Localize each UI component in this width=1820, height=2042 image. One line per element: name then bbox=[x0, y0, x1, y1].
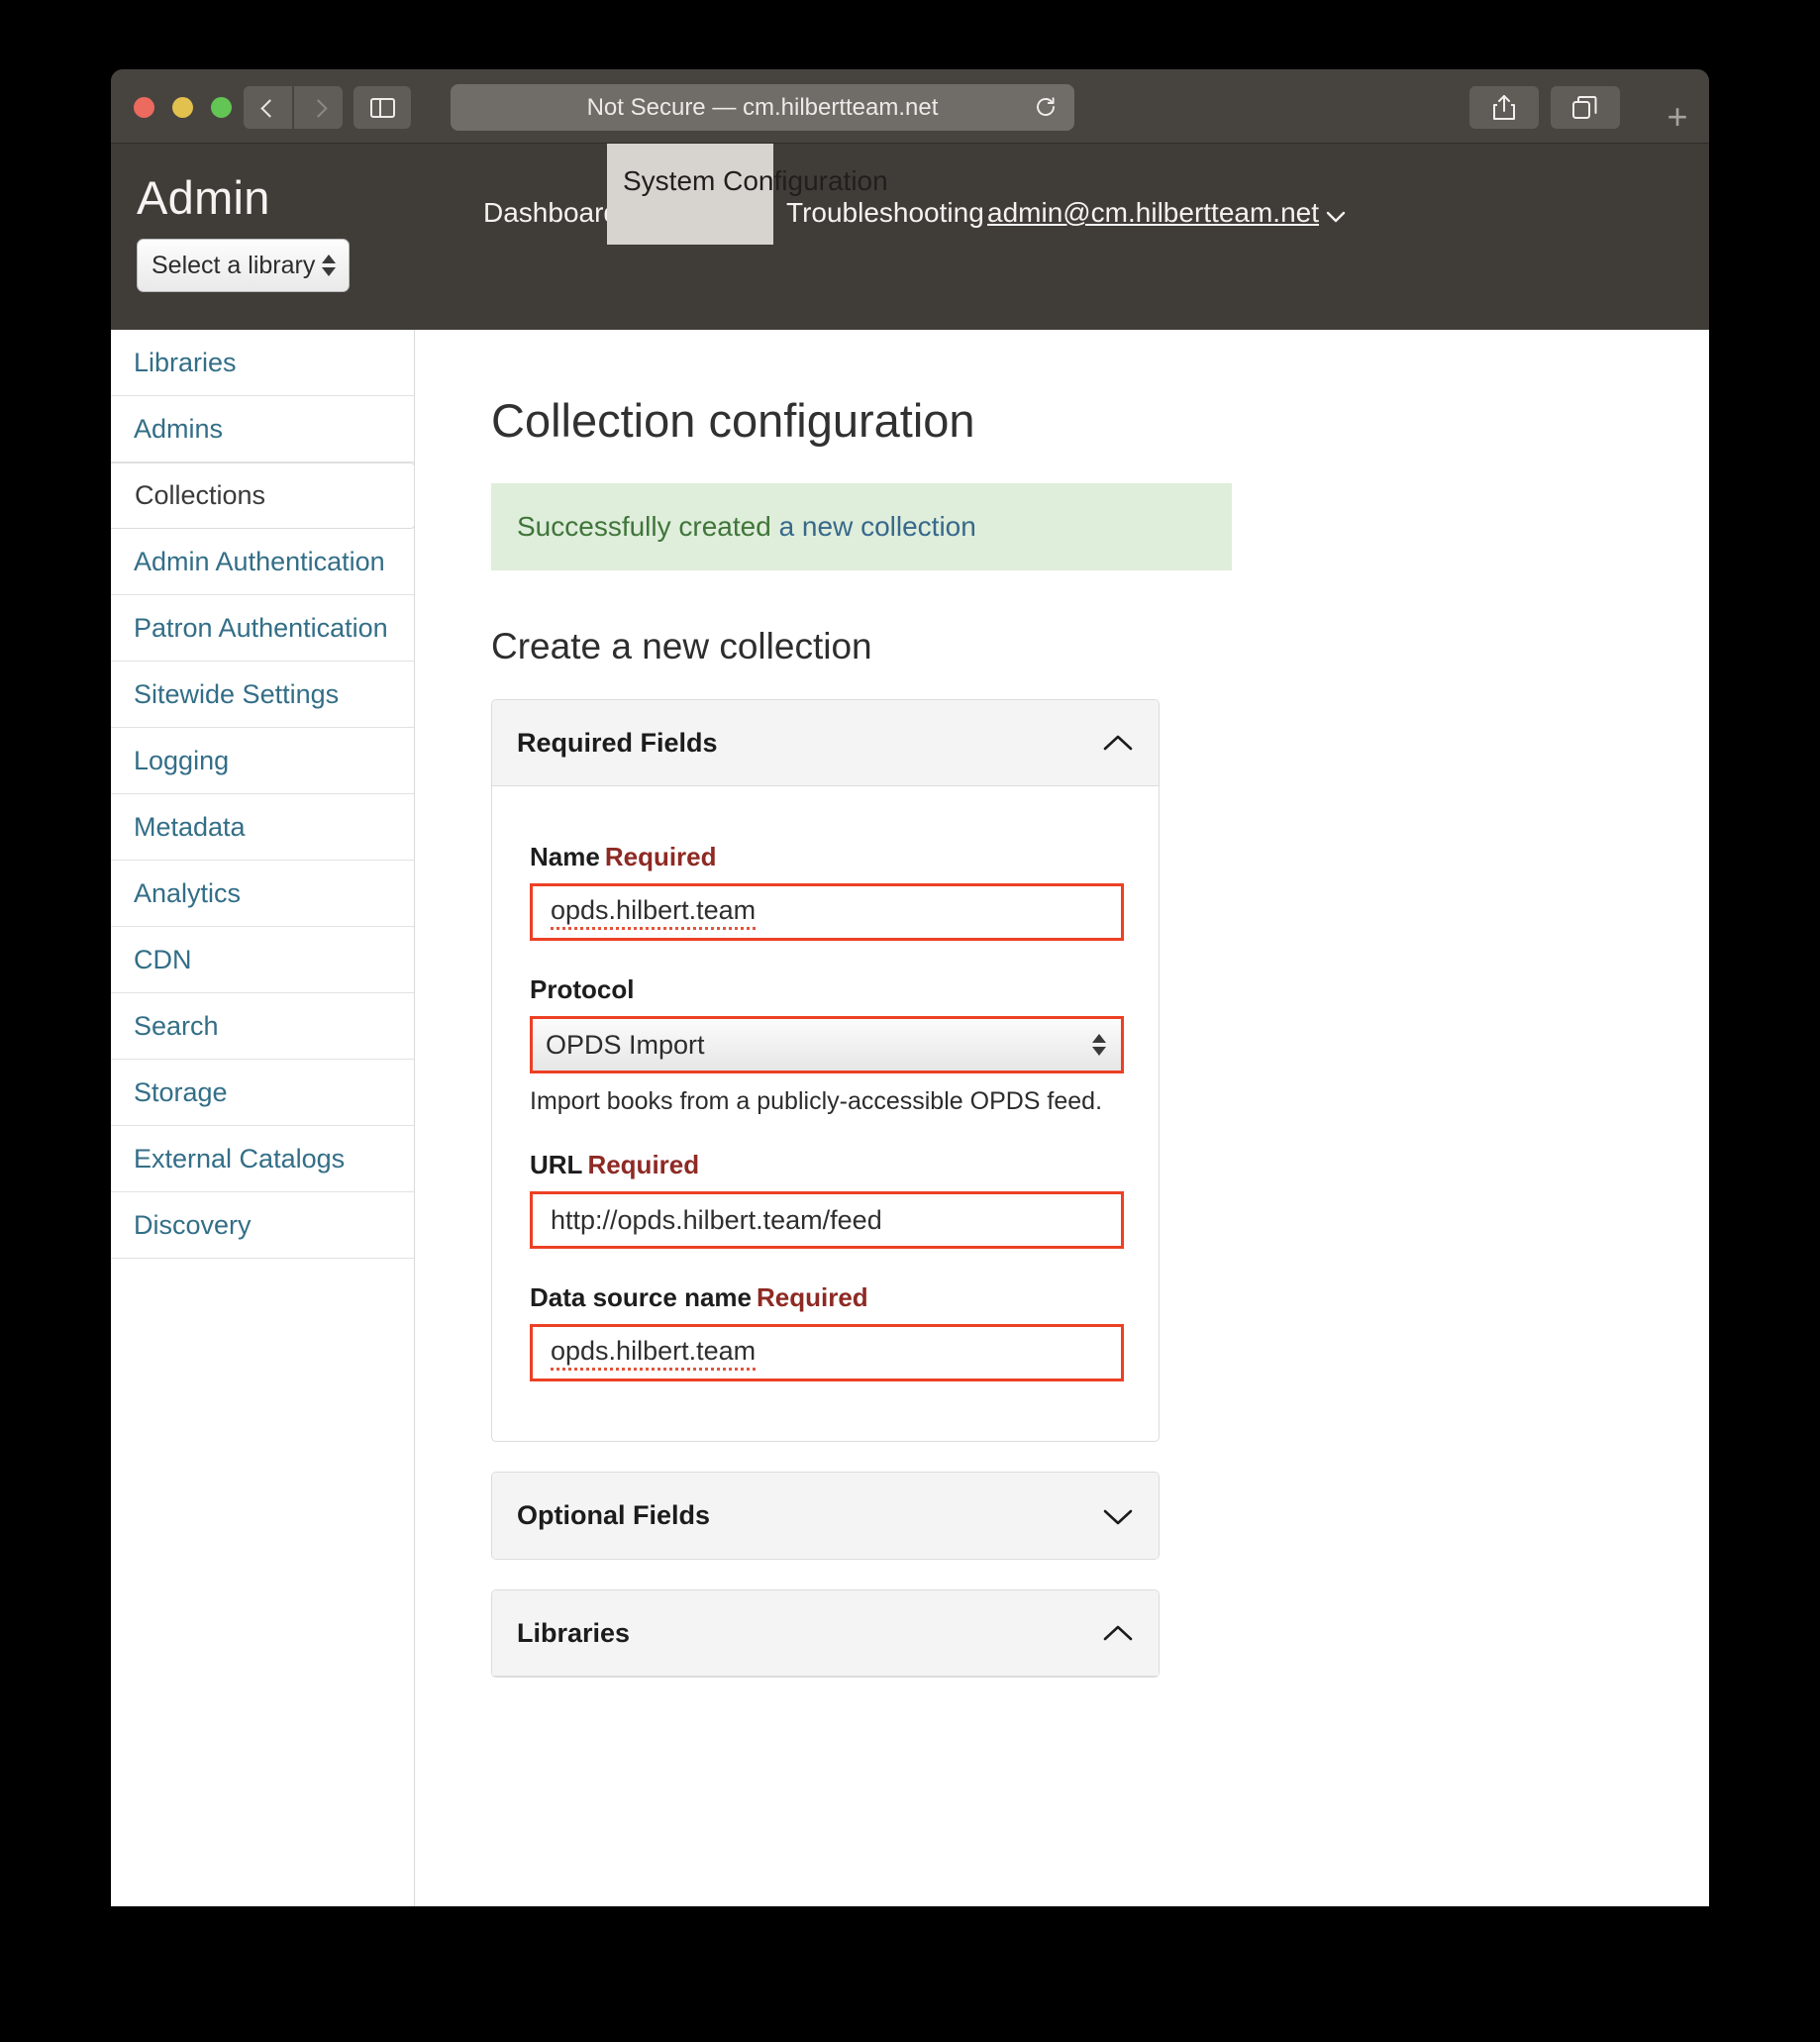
forward-chevron-icon bbox=[312, 97, 325, 119]
sidebar-toggle-icon bbox=[369, 97, 395, 118]
sidebar-item-cdn[interactable]: CDN bbox=[111, 927, 414, 993]
panel-required-fields-body: Name Required opds.hilbert.team Protocol … bbox=[492, 786, 1159, 1441]
sidebar-item-external-catalogs[interactable]: External Catalogs bbox=[111, 1126, 414, 1192]
library-select[interactable]: Select a library bbox=[137, 239, 350, 292]
nav-item-troubleshooting[interactable]: Troubleshooting bbox=[786, 197, 984, 229]
minimize-window-button[interactable] bbox=[172, 97, 193, 118]
sidebar-item-discovery[interactable]: Discovery bbox=[111, 1192, 414, 1259]
window-controls bbox=[134, 97, 232, 118]
tab-overview-button[interactable] bbox=[1551, 86, 1620, 129]
sidebar-item-patron-authentication[interactable]: Patron Authentication bbox=[111, 595, 414, 662]
section-title: Create a new collection bbox=[491, 626, 872, 666]
content-area: Libraries Admins Collections Admin Authe… bbox=[111, 330, 1709, 1906]
field-name-label-text: Name bbox=[530, 842, 600, 871]
share-icon bbox=[1493, 94, 1515, 120]
success-alert-text: Successfully created bbox=[517, 511, 771, 542]
library-select-value: Select a library bbox=[152, 251, 316, 279]
address-bar-text: Not Secure — cm.hilbertteam.net bbox=[586, 93, 939, 121]
sidebar-item-libraries[interactable]: Libraries bbox=[111, 330, 414, 396]
sidebar-item-collections[interactable]: Collections bbox=[111, 462, 415, 529]
field-url-label: URL Required bbox=[530, 1150, 1121, 1180]
sidebar-navigation: Libraries Admins Collections Admin Authe… bbox=[111, 330, 415, 1906]
sidebar-item-admins[interactable]: Admins bbox=[111, 396, 414, 462]
field-data-source-name-label-text: Data source name bbox=[530, 1282, 752, 1312]
url-input[interactable]: http://opds.hilbert.team/feed bbox=[530, 1191, 1124, 1249]
url-input-value: http://opds.hilbert.team/feed bbox=[551, 1204, 882, 1235]
panel-libraries-title: Libraries bbox=[517, 1617, 631, 1648]
chevron-down-icon[interactable] bbox=[1324, 205, 1348, 229]
panel-required-fields-header[interactable]: Required Fields bbox=[492, 700, 1159, 786]
protocol-select-value: OPDS Import bbox=[546, 1029, 705, 1060]
sidebar-item-sitewide-settings[interactable]: Sitewide Settings bbox=[111, 662, 414, 728]
panel-optional-fields: Optional Fields bbox=[491, 1472, 1160, 1560]
field-name: Name Required opds.hilbert.team bbox=[530, 842, 1124, 941]
field-data-source-name-label: Data source name Required bbox=[530, 1282, 1121, 1313]
sidebar-item-analytics[interactable]: Analytics bbox=[111, 861, 414, 927]
back-chevron-icon bbox=[261, 97, 274, 119]
protocol-select[interactable]: OPDS Import bbox=[530, 1016, 1124, 1073]
data-source-name-input-value: opds.hilbert.team bbox=[551, 1336, 757, 1371]
maximize-window-button[interactable] bbox=[211, 97, 232, 118]
back-button[interactable] bbox=[244, 86, 292, 129]
field-url-label-text: URL bbox=[530, 1150, 583, 1179]
field-data-source-name: Data source name Required opds.hilbert.te… bbox=[530, 1282, 1124, 1381]
address-bar[interactable]: Not Secure — cm.hilbertteam.net bbox=[451, 84, 1074, 131]
share-button[interactable] bbox=[1469, 86, 1539, 129]
close-window-button[interactable] bbox=[134, 97, 154, 118]
field-name-label: Name Required bbox=[530, 842, 1121, 872]
field-url: URL Required http://opds.hilbert.team/fee… bbox=[530, 1150, 1124, 1249]
select-stepper-icon bbox=[322, 255, 336, 276]
nav-item-dashboard[interactable]: Dashboard bbox=[483, 197, 619, 229]
tab-overview-icon bbox=[1572, 95, 1597, 119]
field-protocol-label: Protocol bbox=[530, 974, 635, 1004]
name-input[interactable]: opds.hilbert.team bbox=[530, 883, 1124, 941]
nav-item-system-configuration[interactable]: System Configuration bbox=[607, 144, 888, 245]
field-name-required-tag: Required bbox=[604, 842, 717, 871]
chevron-up-icon[interactable] bbox=[1102, 1623, 1134, 1643]
admin-header: Admin Select a library Dashboard System … bbox=[111, 144, 1709, 330]
panel-required-fields: Required Fields Name Required opds.hilber… bbox=[491, 699, 1160, 1442]
panel-libraries-header[interactable]: Libraries bbox=[492, 1590, 1159, 1677]
main-panel: Collection configuration Successfully cr… bbox=[415, 330, 1709, 1906]
select-stepper-icon bbox=[1092, 1034, 1106, 1056]
sidebar-toggle-button[interactable] bbox=[354, 86, 411, 129]
sidebar-item-admin-authentication[interactable]: Admin Authentication bbox=[111, 529, 414, 595]
page-title: Collection configuration bbox=[491, 394, 975, 447]
chevron-up-icon[interactable] bbox=[1102, 733, 1134, 753]
sidebar-item-logging[interactable]: Logging bbox=[111, 728, 414, 794]
sidebar-item-search[interactable]: Search bbox=[111, 993, 414, 1060]
sidebar-item-metadata[interactable]: Metadata bbox=[111, 794, 414, 861]
forward-button[interactable] bbox=[294, 86, 343, 129]
toolbar-right-buttons bbox=[1469, 86, 1620, 129]
name-input-value: opds.hilbert.team bbox=[551, 895, 757, 930]
sidebar-item-storage[interactable]: Storage bbox=[111, 1060, 414, 1126]
app-title: Admin bbox=[137, 171, 270, 224]
field-protocol: Protocol OPDS Import Import books from a… bbox=[530, 974, 1124, 1116]
chevron-down-icon[interactable] bbox=[1102, 1506, 1134, 1526]
panel-required-fields-title: Required Fields bbox=[517, 727, 718, 758]
panel-optional-fields-header[interactable]: Optional Fields bbox=[492, 1473, 1159, 1559]
browser-window: Not Secure — cm.hilbertteam.net + Admin … bbox=[111, 69, 1709, 1906]
panel-optional-fields-title: Optional Fields bbox=[517, 1500, 711, 1530]
nav-buttons bbox=[244, 86, 343, 129]
success-alert: Successfully created a new collection bbox=[491, 483, 1232, 570]
browser-toolbar: Not Secure — cm.hilbertteam.net + bbox=[111, 69, 1709, 144]
reload-icon[interactable] bbox=[1034, 96, 1058, 120]
new-tab-icon: + bbox=[1667, 96, 1688, 137]
data-source-name-input[interactable]: opds.hilbert.team bbox=[530, 1324, 1124, 1381]
field-protocol-help: Import books from a publicly-accessible … bbox=[530, 1087, 1103, 1115]
success-alert-link[interactable]: a new collection bbox=[779, 511, 976, 542]
top-navigation: Dashboard System Configuration Troublesh… bbox=[483, 144, 1709, 330]
field-url-required-tag: Required bbox=[587, 1150, 700, 1179]
nav-item-user-email[interactable]: admin@cm.hilbertteam.net bbox=[987, 197, 1319, 229]
panel-libraries: Libraries bbox=[491, 1589, 1160, 1678]
new-tab-button[interactable]: + bbox=[1656, 87, 1699, 147]
field-data-source-name-required-tag: Required bbox=[756, 1282, 868, 1312]
